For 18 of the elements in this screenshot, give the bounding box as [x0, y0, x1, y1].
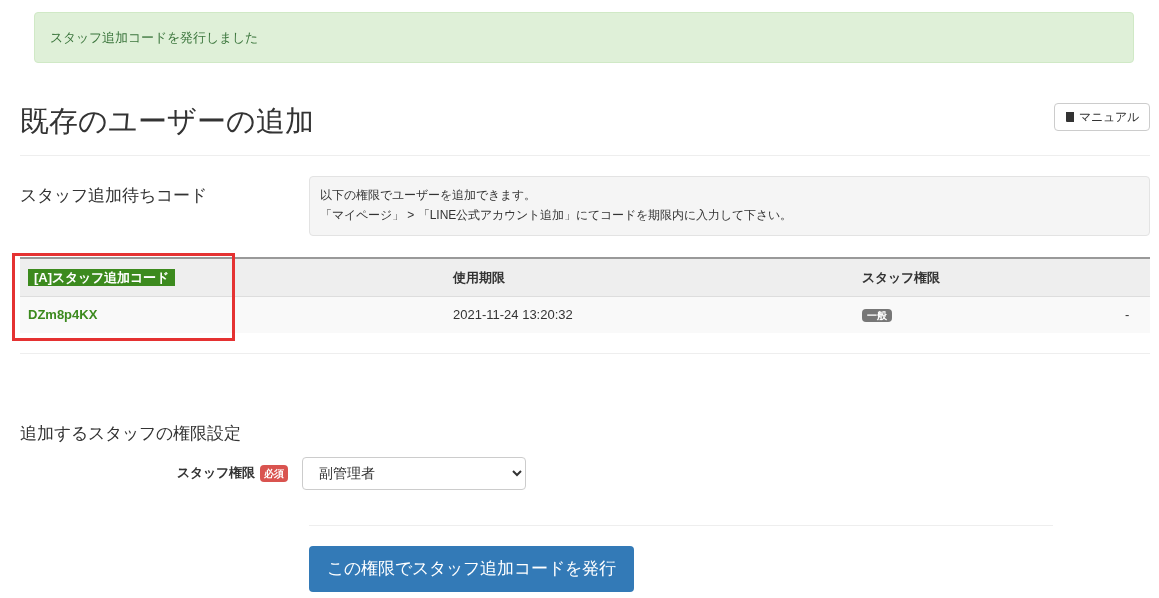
- column-header: 使用期限: [453, 268, 506, 287]
- submit-button[interactable]: この権限でスタッフ追加コードを発行: [309, 545, 634, 592]
- section-title: 追加するスタッフの権限設定: [20, 423, 242, 445]
- field-label: スタッフ権限: [177, 464, 255, 483]
- section-label: スタッフ追加待ちコード: [20, 185, 208, 207]
- page-title: 既存のユーザーの追加: [20, 104, 314, 139]
- book-icon: [1065, 111, 1075, 123]
- role-badge: 一般: [862, 309, 892, 323]
- info-box: 以下の権限でユーザーを追加できます。 「マイページ」 > 「LINE公式アカウント追加」にてコードを期限内に入力して下さい。: [309, 176, 1150, 236]
- table-cell-text: -: [1124, 306, 1131, 325]
- column-header: [A]スタッフ追加コード: [28, 268, 176, 286]
- role-select[interactable]: 副管理者: [302, 456, 526, 490]
- code-link[interactable]: DZm8p4KX: [28, 307, 98, 323]
- column-header: スタッフ権限: [862, 268, 941, 287]
- success-alert: スタッフ追加コードを発行しました: [34, 12, 1134, 63]
- required-badge: 必須: [260, 464, 288, 482]
- table-cell-text: 2021-11-24 13:20:32: [453, 306, 574, 325]
- manual-button[interactable]: マニュアル: [1054, 103, 1150, 131]
